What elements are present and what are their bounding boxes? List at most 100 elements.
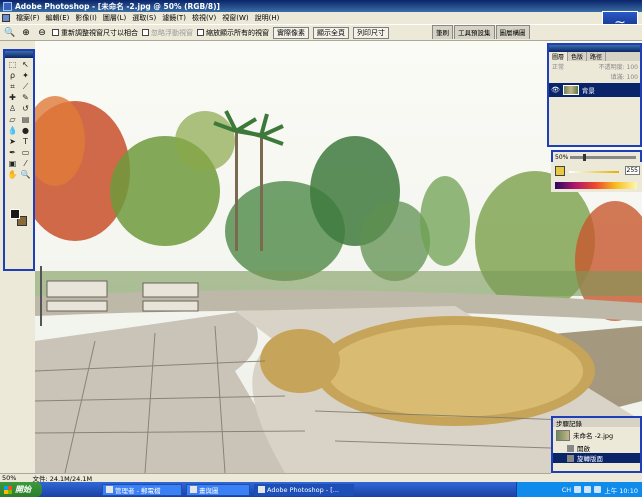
task-photoshop[interactable]: Adobe Photoshop - [... bbox=[254, 483, 354, 496]
actual-pixels-button[interactable]: 實際像素 bbox=[273, 26, 309, 39]
blur-tool-icon[interactable]: 💧 bbox=[6, 125, 19, 136]
toolbox-panel: ⬚ ↖ ρ ✦ ⌗ ⟋ ✚ ✎ ♙ ↺ ▱ ▤ 💧 ● ➤ T ✒ ▭ ▣ ⁄ … bbox=[3, 49, 35, 271]
start-button[interactable]: 開始 bbox=[0, 482, 42, 497]
zoom-tool-icon[interactable]: 🔍 bbox=[19, 169, 32, 180]
folder-icon bbox=[106, 486, 113, 493]
magnifier-icon[interactable]: 🔍 bbox=[4, 27, 16, 39]
zoom-out-icon[interactable]: ⊖ bbox=[36, 27, 48, 39]
task-explorer[interactable]: 管理者 - 郵電檔 bbox=[102, 483, 182, 496]
tray-icon[interactable] bbox=[574, 486, 582, 493]
history-step-label: 旋轉版面 bbox=[577, 455, 603, 463]
color-slider[interactable] bbox=[569, 171, 619, 173]
history-step-label: 開啟 bbox=[577, 445, 590, 453]
navigator-zoom-slider[interactable] bbox=[570, 153, 636, 161]
magic-wand-tool-icon[interactable]: ✦ bbox=[19, 70, 32, 81]
tab-tool-presets[interactable]: 工具預設集 bbox=[454, 25, 495, 39]
palette-well: 筆刷 工具預設集 圖層構圖 bbox=[432, 25, 530, 39]
start-label: 開始 bbox=[15, 485, 31, 494]
slice-tool-icon[interactable]: ⟋ bbox=[19, 81, 32, 92]
tray-icon[interactable] bbox=[584, 486, 592, 493]
type-tool-icon[interactable]: T bbox=[19, 136, 32, 147]
volume-icon[interactable] bbox=[594, 486, 602, 493]
history-brush-tool-icon[interactable]: ↺ bbox=[19, 103, 32, 114]
menu-filter[interactable]: 濾鏡(T) bbox=[159, 13, 189, 23]
snapshot-thumbnail bbox=[556, 429, 570, 441]
document-icon[interactable] bbox=[2, 14, 10, 22]
color-panel: 255 bbox=[551, 162, 642, 192]
photoshop-icon bbox=[3, 1, 12, 11]
clock[interactable]: 上午 10:10 bbox=[604, 485, 638, 495]
task-paint[interactable]: 畫與圖 bbox=[186, 483, 250, 496]
tab-brushes[interactable]: 筆刷 bbox=[432, 25, 453, 39]
history-step-rotate[interactable]: 旋轉版面 bbox=[553, 453, 640, 463]
menu-view[interactable]: 檢視(V) bbox=[189, 13, 219, 23]
color-spectrum-bar[interactable] bbox=[555, 182, 637, 189]
status-bar: 50% 文件: 24.1M/24.1M bbox=[0, 473, 551, 483]
layer-name: 背景 bbox=[581, 87, 595, 95]
history-step-open[interactable]: 開啟 bbox=[553, 443, 640, 453]
open-step-icon bbox=[567, 444, 574, 452]
move-tool-icon[interactable]: ↖ bbox=[19, 59, 32, 70]
menu-select[interactable]: 選取(S) bbox=[129, 13, 159, 23]
menu-bar: 檔案(F) 編輯(E) 影像(I) 圖層(L) 選取(S) 濾鏡(T) 檢視(V… bbox=[0, 12, 600, 24]
crop-tool-icon[interactable]: ⌗ bbox=[6, 81, 19, 92]
resize-windows-checkbox[interactable]: 重新調整視窗尺寸以相合 bbox=[52, 28, 138, 38]
lasso-tool-icon[interactable]: ρ bbox=[6, 70, 19, 81]
blend-mode-select[interactable]: 正常 bbox=[552, 62, 564, 71]
fit-screen-button[interactable]: 顯示全頁 bbox=[313, 26, 349, 39]
window-title-bar: Adobe Photoshop - [未命名 -2.jpg @ 50% (RGB… bbox=[0, 0, 642, 12]
window-title: Adobe Photoshop - [未命名 -2.jpg @ 50% (RGB… bbox=[15, 1, 220, 11]
eye-icon[interactable]: 👁 bbox=[551, 86, 560, 94]
photoshop-task-icon bbox=[258, 486, 265, 493]
history-panel-title[interactable]: 步驟記錄 bbox=[553, 418, 640, 428]
system-tray: CH 上午 10:10 bbox=[516, 482, 642, 497]
menu-file[interactable]: 檔案(F) bbox=[13, 13, 43, 23]
brush-tool-icon[interactable]: ✎ bbox=[19, 92, 32, 103]
hand-tool-icon[interactable]: ✋ bbox=[6, 169, 19, 180]
shape-tool-icon[interactable]: ▭ bbox=[19, 147, 32, 158]
color-value-field[interactable]: 255 bbox=[624, 166, 640, 175]
zoom-in-icon[interactable]: ⊕ bbox=[20, 27, 32, 39]
marquee-tool-icon[interactable]: ⬚ bbox=[6, 59, 19, 70]
color-swatch[interactable] bbox=[555, 166, 565, 176]
menu-help[interactable]: 說明(H) bbox=[252, 13, 283, 23]
healing-brush-tool-icon[interactable]: ✚ bbox=[6, 92, 19, 103]
windows-logo-icon bbox=[4, 485, 12, 494]
windows-taskbar: 開始 管理者 - 郵電檔 畫與圖 Adobe Photoshop - [... … bbox=[0, 482, 642, 497]
menu-image[interactable]: 影像(I) bbox=[72, 13, 100, 23]
options-bar: 🔍 ⊕ ⊖ 重新調整視窗尺寸以相合 忽略浮動視窗 縮放顯示所有的視窗 實際像素 … bbox=[0, 24, 642, 41]
path-selection-tool-icon[interactable]: ➤ bbox=[6, 136, 19, 147]
toolbox-header[interactable] bbox=[5, 51, 33, 58]
menu-edit[interactable]: 編輯(E) bbox=[43, 13, 73, 23]
layers-panel: 圖層 色版 路徑 正常 不透明度: 100 填滿: 100 👁 背景 bbox=[547, 43, 642, 147]
tab-channels[interactable]: 色版 bbox=[568, 52, 588, 61]
layer-thumbnail bbox=[562, 85, 579, 95]
zoom-all-checkbox[interactable]: 縮放顯示所有的視窗 bbox=[197, 28, 269, 38]
print-size-button[interactable]: 列印尺寸 bbox=[353, 26, 389, 39]
tab-layers[interactable]: 圖層 bbox=[549, 52, 569, 61]
fill-field[interactable]: 填滿: 100 bbox=[611, 72, 640, 81]
gradient-tool-icon[interactable]: ▤ bbox=[19, 114, 32, 125]
paint-icon bbox=[190, 486, 197, 493]
menu-window[interactable]: 視窗(W) bbox=[219, 13, 251, 23]
history-panel: 步驟記錄 未命名 -2.jpg 開啟 旋轉版面 bbox=[551, 416, 642, 473]
layers-panel-header[interactable] bbox=[549, 45, 640, 52]
dodge-tool-icon[interactable]: ● bbox=[19, 125, 32, 136]
clone-stamp-tool-icon[interactable]: ♙ bbox=[6, 103, 19, 114]
rotate-step-icon bbox=[567, 454, 574, 462]
history-snapshot[interactable]: 未命名 -2.jpg bbox=[553, 427, 640, 443]
opacity-field[interactable]: 不透明度: 100 bbox=[599, 62, 640, 71]
language-indicator[interactable]: CH bbox=[562, 486, 571, 494]
tab-layer-comps[interactable]: 圖層構圖 bbox=[495, 25, 530, 39]
layer-background[interactable]: 👁 背景 bbox=[549, 83, 640, 97]
menu-layer[interactable]: 圖層(L) bbox=[100, 13, 129, 23]
navigator-zoom-value[interactable]: 50% bbox=[555, 154, 568, 161]
eyedropper-tool-icon[interactable]: ⁄ bbox=[19, 158, 32, 169]
foreground-color-swatch[interactable] bbox=[10, 209, 20, 219]
notes-tool-icon[interactable]: ▣ bbox=[6, 158, 19, 169]
tab-paths[interactable]: 路徑 bbox=[587, 52, 607, 61]
pen-tool-icon[interactable]: ✒ bbox=[6, 147, 19, 158]
blend-mode-row: 正常 不透明度: 100 bbox=[549, 61, 640, 71]
status-zoom[interactable]: 50% bbox=[2, 474, 16, 482]
eraser-tool-icon[interactable]: ▱ bbox=[6, 114, 19, 125]
